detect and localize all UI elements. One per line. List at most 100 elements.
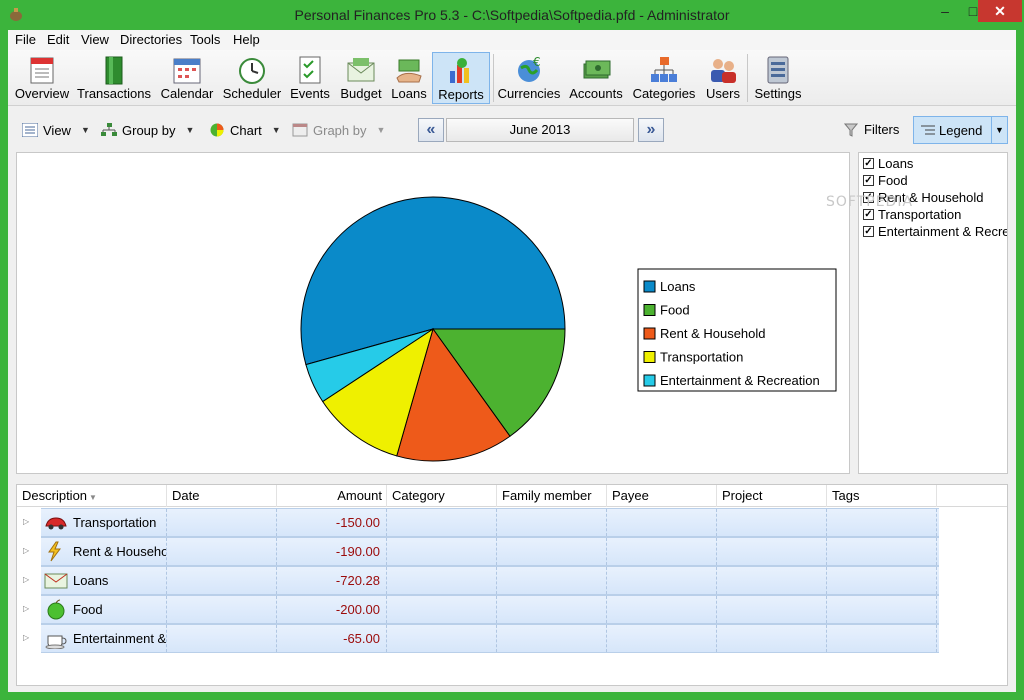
cell-empty xyxy=(827,596,937,623)
filters-button[interactable]: Filters xyxy=(844,122,899,137)
toolbar-scheduler-button[interactable]: Scheduler xyxy=(221,52,283,104)
legend-dropdown-arrow[interactable]: ▼ xyxy=(991,117,1007,143)
toolbar-label: Accounts xyxy=(569,86,623,101)
next-period-button[interactable]: » xyxy=(638,118,664,142)
column-header-date[interactable]: Date xyxy=(167,485,277,507)
row-body[interactable]: Food -200.00 xyxy=(41,595,939,624)
column-header-payee[interactable]: Payee xyxy=(607,485,717,507)
menu-directories[interactable]: Directories xyxy=(120,32,182,47)
cell-empty xyxy=(827,509,937,536)
scheduler-clock-icon xyxy=(239,58,265,84)
expand-arrow-icon[interactable]: ▷ xyxy=(23,633,29,642)
graph-calendar-icon xyxy=(292,123,308,137)
toolbar-transactions-button[interactable]: Transactions xyxy=(75,52,153,104)
cell-empty xyxy=(387,567,497,594)
group-by-dropdown[interactable]: Group by ▼ xyxy=(101,120,194,140)
toolbar-users-button[interactable]: Users xyxy=(703,52,743,104)
cell-empty xyxy=(497,538,607,565)
title-bar[interactable]: Personal Finances Pro 5.3 - C:\Softpedia… xyxy=(0,0,1024,30)
cell-empty xyxy=(717,538,827,565)
menu-tools[interactable]: Tools xyxy=(190,32,220,47)
toolbar-budget-button[interactable]: Budget xyxy=(337,52,385,104)
legend-swatch xyxy=(643,374,656,387)
checkbox-checked[interactable]: ✓ xyxy=(863,175,874,186)
cell-description: Entertainment & Recreation xyxy=(41,625,167,652)
toolbar-label: Users xyxy=(706,86,740,101)
graph-by-dropdown[interactable]: Graph by ▼ xyxy=(292,120,385,140)
legend-check-label: Food xyxy=(878,173,908,188)
checkbox-checked[interactable]: ✓ xyxy=(863,226,874,237)
menu-file[interactable]: File xyxy=(15,32,36,47)
cell-empty xyxy=(387,596,497,623)
checkbox-checked[interactable]: ✓ xyxy=(863,209,874,220)
legend-swatch xyxy=(643,351,656,363)
filters-label: Filters xyxy=(864,122,900,137)
legend-toggle-button[interactable]: Legend ▼ xyxy=(913,116,1008,144)
table-row[interactable]: ▷ Entertainment & Recreation -65.00 xyxy=(17,624,1007,653)
toolbar-label: Currencies xyxy=(497,86,561,101)
chart-panel: Loans Food Rent & Household Transportation E… xyxy=(16,152,850,474)
toolbar-settings-button[interactable]: Settings xyxy=(750,52,806,104)
column-header-description[interactable]: Description ▼ xyxy=(17,485,167,507)
column-label: Description xyxy=(22,488,88,503)
expand-arrow-icon[interactable]: ▷ xyxy=(23,604,29,613)
table-row[interactable]: ▷ Rent & Household -190.00 xyxy=(17,537,1007,566)
legend-entry-label: Transportation xyxy=(660,350,743,365)
cell-empty xyxy=(497,509,607,536)
toolbar-accounts-button[interactable]: Accounts xyxy=(566,52,626,104)
cell-empty xyxy=(717,567,827,594)
column-header-project[interactable]: Project xyxy=(717,485,827,507)
row-body[interactable]: Transportation -150.00 xyxy=(41,508,939,537)
toolbar-categories-button[interactable]: Categories xyxy=(629,52,699,104)
table-row[interactable]: ▷ Food -200.00 xyxy=(17,595,1007,624)
currencies-globe-icon: € xyxy=(518,55,541,82)
legend-check-item[interactable]: ✓ Entertainment & Recreation xyxy=(863,223,1007,240)
toolbar-label: Categories xyxy=(632,86,696,101)
cell-amount: -200.00 xyxy=(277,596,387,623)
toolbar-label: Transactions xyxy=(77,86,151,101)
menu-view[interactable]: View xyxy=(81,32,109,47)
expand-arrow-icon[interactable]: ▷ xyxy=(23,546,29,555)
client-area: File Edit View Directories Tools Help Ov… xyxy=(8,30,1016,692)
cell-description: Rent & Household xyxy=(41,538,167,565)
toolbar-currencies-button[interactable]: € Currencies xyxy=(496,52,562,104)
legend-check-item[interactable]: ✓ Food xyxy=(863,172,908,189)
pie-chart: Loans Food Rent & Household Transportation E… xyxy=(300,196,837,462)
checkbox-checked[interactable]: ✓ xyxy=(863,158,874,169)
menu-help[interactable]: Help xyxy=(233,32,260,47)
sort-down-icon: ▼ xyxy=(89,493,97,502)
column-header-tags[interactable]: Tags xyxy=(827,485,937,507)
table-row[interactable]: ▷ Transportation -150.00 xyxy=(17,508,1007,537)
cell-empty xyxy=(497,567,607,594)
toolbar-calendar-button[interactable]: Calendar xyxy=(157,52,217,104)
expand-arrow-icon[interactable]: ▷ xyxy=(23,517,29,526)
minimize-button[interactable]: – xyxy=(930,0,960,22)
period-display[interactable]: June 2013 xyxy=(446,118,634,142)
expand-arrow-icon[interactable]: ▷ xyxy=(23,575,29,584)
row-body[interactable]: Loans -720.28 xyxy=(41,566,939,595)
toolbar-loans-button[interactable]: Loans xyxy=(389,52,429,104)
cell-amount: -720.28 xyxy=(277,567,387,594)
column-header-family-member[interactable]: Family member xyxy=(497,485,607,507)
previous-period-button[interactable]: « xyxy=(418,118,444,142)
close-button[interactable]: ✕ xyxy=(978,0,1022,22)
legend-swatch xyxy=(643,327,656,340)
toolbar-label: Settings xyxy=(754,86,802,101)
toolbar-events-button[interactable]: Events xyxy=(287,52,333,104)
view-dropdown[interactable]: View ▼ xyxy=(22,120,90,140)
table-row[interactable]: ▷ Loans -720.28 xyxy=(17,566,1007,595)
column-header-category[interactable]: Category xyxy=(387,485,497,507)
toolbar-overview-button[interactable]: Overview xyxy=(11,52,73,104)
double-chevron-right-icon: » xyxy=(646,121,656,138)
budget-envelope-icon xyxy=(347,58,375,82)
chart-dropdown[interactable]: Chart ▼ xyxy=(209,120,281,140)
toolbar-reports-button[interactable]: Reports xyxy=(432,52,490,104)
column-header-amount[interactable]: Amount xyxy=(277,485,387,507)
legend-swatch xyxy=(643,304,656,316)
row-body[interactable]: Entertainment & Recreation -65.00 xyxy=(41,624,939,653)
pie-chart-icon xyxy=(210,123,224,137)
cell-empty xyxy=(607,538,717,565)
row-body[interactable]: Rent & Household -190.00 xyxy=(41,537,939,566)
menu-edit[interactable]: Edit xyxy=(47,32,69,47)
legend-check-item[interactable]: ✓ Loans xyxy=(863,155,913,172)
